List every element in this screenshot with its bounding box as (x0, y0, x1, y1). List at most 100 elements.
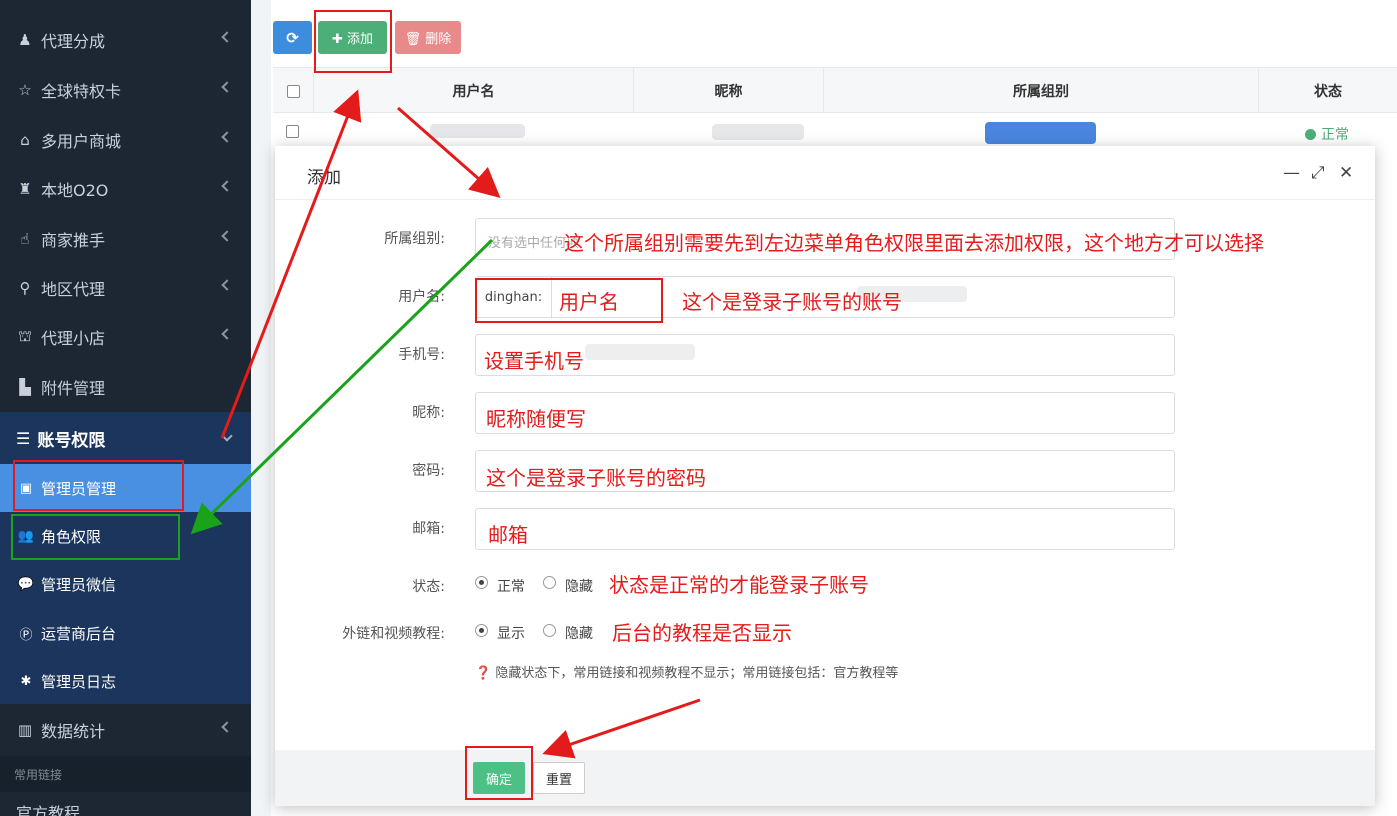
status-normal-radio[interactable] (475, 576, 488, 589)
email-label: 邮箱: (412, 521, 445, 537)
modal-footer (275, 750, 1375, 806)
sidebar-group-account-permission[interactable]: ☰ 账号权限 (0, 412, 251, 464)
sidebar-item-label: 管理员微信 (41, 575, 117, 594)
status-normal-label[interactable]: 正常 (497, 576, 525, 596)
tutorial-show-label[interactable]: 显示 (497, 623, 525, 643)
select-all-checkbox[interactable] (286, 84, 300, 98)
sidebar-item-agent-share[interactable]: ♟ 代理分成 (0, 16, 251, 64)
blurred-username (430, 124, 525, 138)
mobile-label: 手机号: (398, 347, 445, 363)
tutorial-label: 外链和视频教程: (342, 626, 445, 642)
maximize-icon[interactable]: ⤢ (1311, 163, 1325, 183)
status-hidden-radio[interactable] (543, 576, 556, 589)
column-header-group[interactable]: 所属组别 (823, 68, 1258, 114)
tutorial-show-radio[interactable] (475, 624, 488, 637)
username-label: 用户名: (398, 289, 445, 305)
tutorial-hidden-radio[interactable] (543, 624, 556, 637)
status-dot-icon (1305, 128, 1316, 140)
sidebar-item-label: 代理分成 (41, 32, 106, 51)
chevron-left-icon (221, 180, 233, 192)
help-tip: ❓ 隐藏状态下，常用链接和视频教程不显示；常用链接包括：官方教程等 (475, 666, 899, 681)
chevron-left-icon (221, 31, 233, 43)
sidebar-item-agent-store[interactable]: ⛫ 代理小店 (0, 313, 251, 361)
sidebar-item-merchant-promoter[interactable]: ☝ 商家推手 (0, 215, 251, 263)
sidebar-item-label: 运营商后台 (41, 624, 117, 643)
wechat-icon: 💬 (17, 576, 35, 592)
status-text: 正常 (1321, 127, 1349, 143)
annotation-email: 邮箱 (488, 523, 528, 547)
highlight-username (475, 278, 663, 323)
highlight-admin-manage (13, 460, 184, 511)
sidebar-item-label: 地区代理 (41, 280, 106, 299)
tutorial-hidden-label[interactable]: 隐藏 (565, 623, 593, 643)
chevron-left-icon (221, 131, 233, 143)
chevron-down-icon (221, 430, 233, 442)
chevron-left-icon (221, 230, 233, 242)
chart-icon: ▥ (17, 721, 33, 739)
sidebar-item-label: 附件管理 (41, 379, 106, 398)
reset-button[interactable]: 重置 (533, 762, 585, 794)
header-checkbox-cell[interactable] (273, 68, 313, 114)
sidebar-item-o2o[interactable]: ♜ 本地O2O (0, 165, 251, 213)
sidebar-item-label: 多用户商城 (41, 132, 122, 151)
annotation-tutorial: 后台的教程是否显示 (612, 621, 792, 645)
list-icon: ☰ (16, 428, 31, 448)
sidebar-item-attachments[interactable]: ▙ 附件管理 (0, 363, 251, 411)
close-icon[interactable]: ✕ (1339, 163, 1353, 183)
p-circle-icon: Ⓟ (19, 627, 33, 643)
sidebar: ♟ 代理分成 ☆ 全球特权卡 ⌂ 多用户商城 ♜ 本地O2O ☝ 商家推手 ⚲ … (0, 0, 251, 816)
status-label: 状态: (412, 579, 445, 595)
sidebar-item-label: 全球特权卡 (41, 82, 122, 101)
sidebar-item-label: 商家推手 (41, 231, 106, 250)
blurred-mobile-value (585, 344, 695, 360)
sidebar-item-label: 代理小店 (41, 329, 106, 348)
sidebar-item-label: 数据统计 (41, 722, 106, 741)
annotation-group: 这个所属组别需要先到左边菜单角色权限里面去添加权限，这个地方才可以选择 (564, 231, 1264, 255)
chevron-left-icon (221, 328, 233, 340)
hand-icon: ☝ (20, 230, 30, 248)
column-header-status[interactable]: 状态 (1258, 68, 1397, 114)
sidebar-item-official-tutorial[interactable]: 官方教程 (16, 800, 80, 816)
annotation-username-note: 这个是登录子账号的账号 (682, 290, 902, 314)
sidebar-item-global-card[interactable]: ☆ 全球特权卡 (0, 66, 251, 114)
chevron-left-icon (221, 81, 233, 93)
sidebar-item-admin-log[interactable]: ✱ 管理员日志 (0, 657, 251, 705)
column-header-nickname[interactable]: 昵称 (633, 68, 823, 114)
highlight-confirm-button (465, 746, 533, 800)
sidebar-item-label: 管理员日志 (41, 672, 117, 691)
annotation-mobile: 设置手机号 (484, 349, 584, 373)
sidebar-group-label: 账号权限 (37, 430, 106, 451)
delete-button[interactable]: 🗑 删除 (395, 21, 461, 54)
status-badge: 正常 (1305, 124, 1349, 144)
agent-icon: ♟ (18, 31, 32, 49)
chevron-left-icon (221, 721, 233, 733)
sidebar-item-operator-backend[interactable]: Ⓟ 运营商后台 (0, 609, 251, 657)
annotation-status: 状态是正常的才能登录子账号 (609, 573, 869, 597)
sidebar-item-data-stats[interactable]: ▥ 数据统计 (0, 706, 251, 754)
nickname-label: 昵称: (412, 405, 445, 421)
annotation-nickname: 昵称随便写 (486, 407, 586, 431)
shop-icon: ⌂ (20, 131, 30, 149)
sidebar-item-label: 本地O2O (41, 181, 109, 200)
table-header: 用户名 昵称 所属组别 状态 (273, 67, 1397, 114)
sidebar-item-multi-shop[interactable]: ⌂ 多用户商城 (0, 116, 251, 164)
column-header-username[interactable]: 用户名 (313, 68, 633, 114)
o2o-icon: ♜ (18, 180, 32, 198)
email-field[interactable] (475, 508, 1175, 550)
minimize-icon[interactable]: — (1283, 163, 1300, 183)
sidebar-item-admin-wechat[interactable]: 💬 管理员微信 (0, 560, 251, 608)
highlight-add-button (314, 10, 392, 73)
modal-title: 添加 (307, 168, 341, 188)
bank-icon: ⛫ (18, 327, 32, 345)
bug-icon: ✱ (20, 673, 32, 689)
row-checkbox[interactable] (286, 125, 299, 138)
sidebar-section-common-links: 常用链接 (0, 756, 251, 792)
status-hidden-label[interactable]: 隐藏 (565, 576, 593, 596)
modal-header: 添加 — ⤢ ✕ (275, 146, 1375, 200)
annotation-password: 这个是登录子账号的密码 (486, 466, 706, 490)
chevron-left-icon (221, 279, 233, 291)
sidebar-item-region-agent[interactable]: ⚲ 地区代理 (0, 264, 251, 312)
highlight-role-permission (11, 514, 180, 560)
refresh-button[interactable]: ⟳ (273, 21, 312, 54)
refresh-icon: ⟳ (286, 28, 299, 47)
